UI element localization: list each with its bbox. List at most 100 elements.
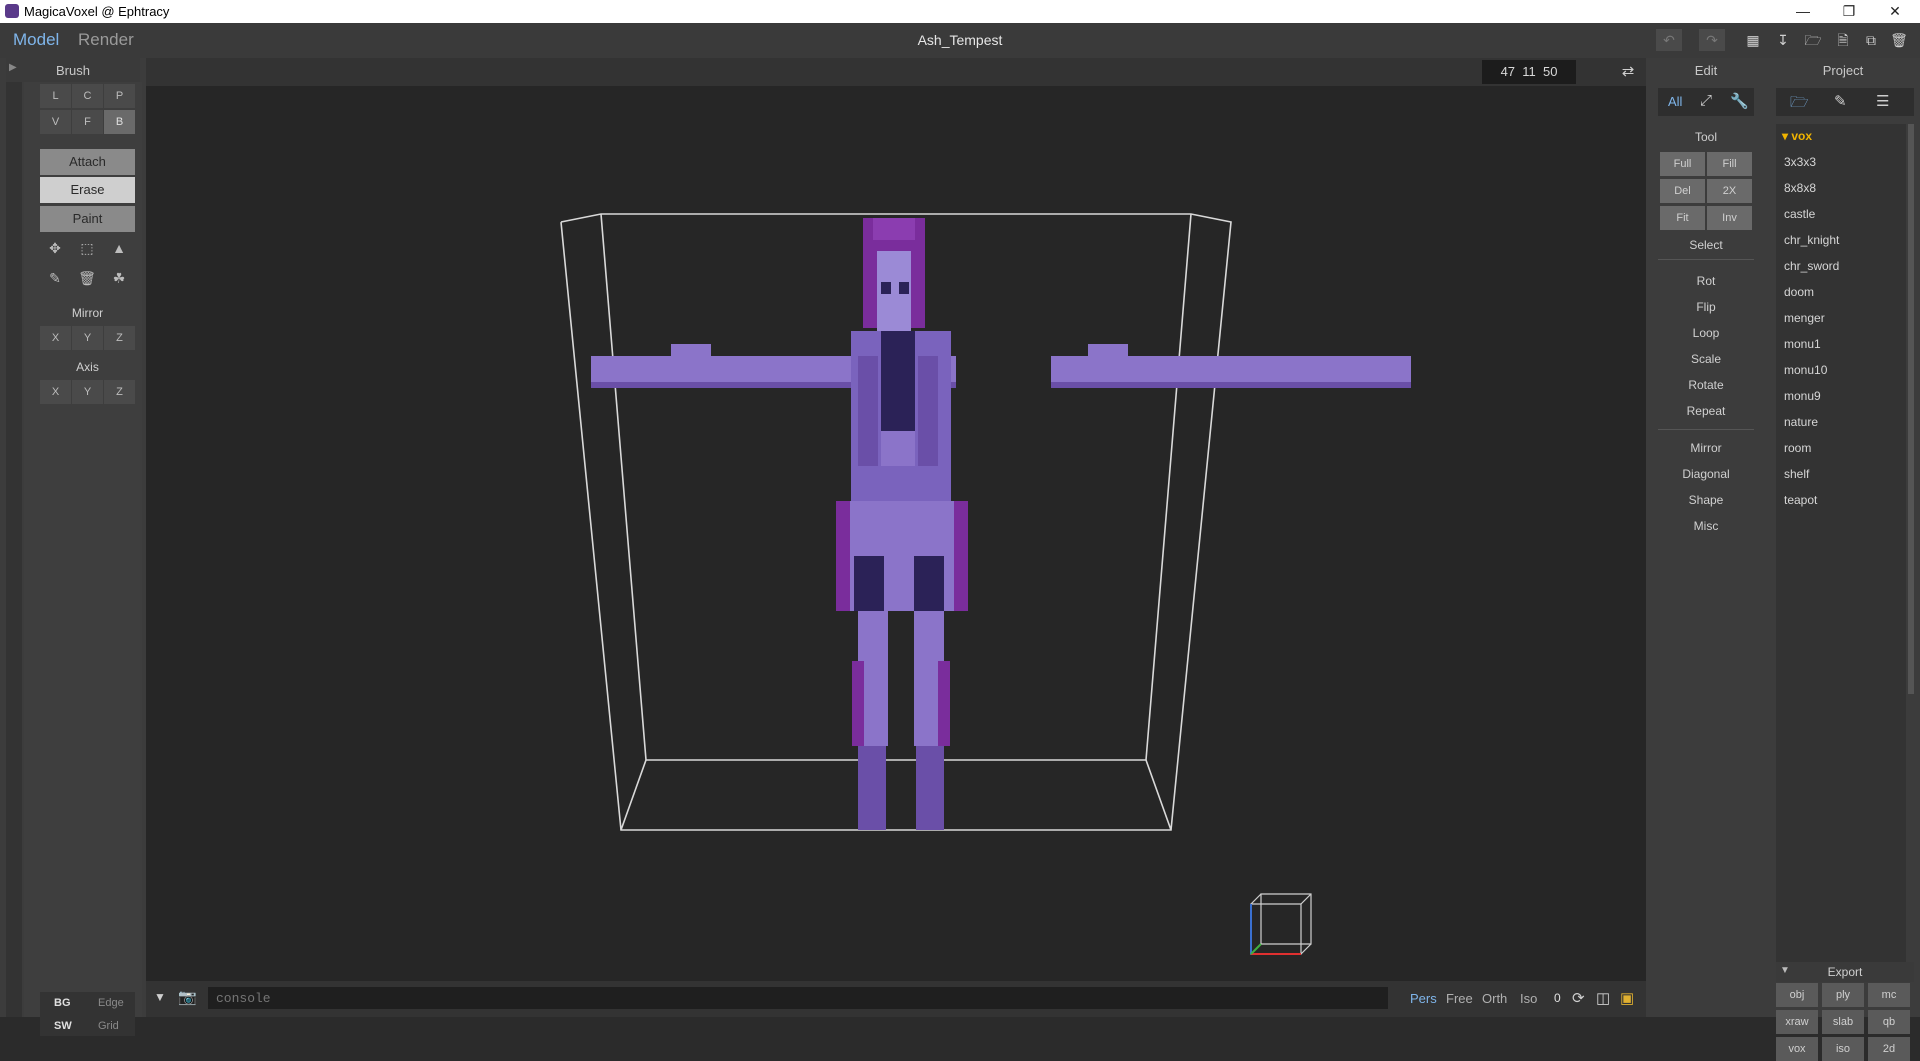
paint-button[interactable]: Paint	[40, 206, 135, 232]
tool-fill-button[interactable]: Fill	[1707, 152, 1752, 176]
axis-z-button[interactable]: Z	[104, 380, 135, 404]
pointer-icon[interactable]: ▲	[106, 236, 132, 260]
new-file-icon[interactable]: 🗎	[1830, 29, 1856, 51]
tool-inv-button[interactable]: Inv	[1707, 206, 1752, 230]
undo-icon[interactable]: ↶	[1656, 29, 1682, 51]
file-item-monu9[interactable]: monu9	[1784, 389, 1821, 403]
brush-mode-v[interactable]: V	[40, 110, 71, 134]
filter-all[interactable]: All	[1668, 94, 1682, 109]
mirror-y-button[interactable]: Y	[72, 326, 103, 350]
close-icon[interactable]: ✕	[1872, 0, 1918, 23]
delete-file-icon[interactable]: 🗑	[1886, 29, 1912, 51]
swap-icon[interactable]: ⇄	[1616, 60, 1640, 84]
export-qb-button[interactable]: qb	[1868, 1010, 1910, 1034]
export-obj-button[interactable]: obj	[1776, 983, 1818, 1007]
fit-icon[interactable]: ⤢	[1700, 92, 1712, 109]
edit-mirror[interactable]: Mirror	[1646, 441, 1766, 455]
brush-mode-p[interactable]: P	[104, 84, 135, 108]
file-item-chr_knight[interactable]: chr_knight	[1784, 233, 1839, 247]
file-item-chr_sword[interactable]: chr_sword	[1784, 259, 1839, 273]
view-orth[interactable]: Orth	[1482, 991, 1507, 1006]
tool-del-button[interactable]: Del	[1660, 179, 1705, 203]
view-free[interactable]: Free	[1446, 991, 1473, 1006]
scrollbar[interactable]	[1908, 124, 1914, 694]
save-as-icon[interactable]: ↧	[1770, 29, 1796, 51]
console-input[interactable]	[208, 987, 1388, 1009]
export-vox-button[interactable]: vox	[1776, 1037, 1818, 1061]
edge-toggle[interactable]: Edge	[98, 997, 124, 1009]
file-item-monu1[interactable]: monu1	[1784, 337, 1821, 351]
3d-viewport[interactable]	[146, 86, 1646, 981]
file-item-nature[interactable]: nature	[1784, 415, 1818, 429]
file-item-3x3x3[interactable]: 3x3x3	[1784, 155, 1816, 169]
export-xraw-button[interactable]: xraw	[1776, 1010, 1818, 1034]
sw-toggle[interactable]: SW	[54, 1020, 72, 1032]
redo-icon[interactable]: ↷	[1699, 29, 1725, 51]
trash-icon[interactable]: 🗑	[74, 266, 100, 290]
brush-mode-l[interactable]: L	[40, 84, 71, 108]
save-icon[interactable]: ▦	[1740, 29, 1766, 51]
frame-icon[interactable]: ◫	[1596, 989, 1610, 1007]
file-item-menger[interactable]: menger	[1784, 311, 1825, 325]
fill-bucket-icon[interactable]: ☘	[106, 266, 132, 290]
file-item-shelf[interactable]: shelf	[1784, 467, 1809, 481]
folder-icon[interactable]: 🗁	[1790, 92, 1809, 117]
console-toggle-icon[interactable]: ▼	[154, 990, 166, 1004]
brush-mode-c[interactable]: C	[72, 84, 103, 108]
export-ply-button[interactable]: ply	[1822, 983, 1864, 1007]
viewport-topbar: 47 11 50 ⇄	[146, 58, 1646, 86]
copy-file-icon[interactable]: ⧉	[1858, 29, 1884, 51]
axis-y-button[interactable]: Y	[72, 380, 103, 404]
axis-x-button[interactable]: X	[40, 380, 71, 404]
file-item-teapot[interactable]: teapot	[1784, 493, 1817, 507]
view-iso[interactable]: Iso	[1520, 991, 1537, 1006]
brush-mode-f[interactable]: F	[72, 110, 103, 134]
orientation-cube[interactable]	[1250, 893, 1312, 955]
restore-icon[interactable]: ❐	[1826, 0, 1872, 23]
edit-rot[interactable]: Rot	[1646, 274, 1766, 288]
edit-flip[interactable]: Flip	[1646, 300, 1766, 314]
file-item-8x8x8[interactable]: 8x8x8	[1784, 181, 1816, 195]
brush-mode-b[interactable]: B	[104, 110, 135, 134]
bg-toggle[interactable]: BG	[54, 997, 71, 1009]
export-2d-button[interactable]: 2d	[1868, 1037, 1910, 1061]
voxel-cube-icon[interactable]: ▣	[1620, 989, 1634, 1007]
edit-misc[interactable]: Misc	[1646, 519, 1766, 533]
camera-icon[interactable]: 📷	[178, 988, 197, 1006]
minimize-icon[interactable]: —	[1780, 0, 1826, 23]
brush-icon[interactable]: ✎	[1834, 92, 1847, 110]
grid-toggle[interactable]: Grid	[98, 1020, 119, 1032]
list-icon[interactable]: ☰	[1876, 92, 1889, 110]
file-item-castle[interactable]: castle	[1784, 207, 1815, 221]
project-title: Project	[1822, 63, 1864, 78]
mirror-z-button[interactable]: Z	[104, 326, 135, 350]
file-item-doom[interactable]: doom	[1784, 285, 1814, 299]
edit-diagonal[interactable]: Diagonal	[1646, 467, 1766, 481]
open-folder-icon[interactable]: 🗁	[1800, 29, 1826, 51]
attach-button[interactable]: Attach	[40, 149, 135, 175]
select-label[interactable]: Select	[1646, 238, 1766, 252]
edit-shape[interactable]: Shape	[1646, 493, 1766, 507]
edit-repeat[interactable]: Repeat	[1646, 404, 1766, 418]
mirror-x-button[interactable]: X	[40, 326, 71, 350]
export-slab-button[interactable]: slab	[1822, 1010, 1864, 1034]
edit-rotate[interactable]: Rotate	[1646, 378, 1766, 392]
select-box-icon[interactable]: ⬚	[74, 236, 100, 260]
tool-2x-button[interactable]: 2X	[1707, 179, 1752, 203]
export-iso-button[interactable]: iso	[1822, 1037, 1864, 1061]
view-pers[interactable]: Pers	[1410, 991, 1437, 1006]
tool-fit-button[interactable]: Fit	[1660, 206, 1705, 230]
erase-button[interactable]: Erase	[40, 177, 135, 203]
move-icon[interactable]: ✥	[42, 236, 68, 260]
file-item-monu10[interactable]: monu10	[1784, 363, 1827, 377]
edit-scale[interactable]: Scale	[1646, 352, 1766, 366]
export-mc-button[interactable]: mc	[1868, 983, 1910, 1007]
folder-vox[interactable]: ▾ vox	[1782, 129, 1812, 143]
file-item-room[interactable]: room	[1784, 441, 1811, 455]
collapse-arrow-icon[interactable]: ▶	[9, 62, 17, 73]
reset-view-icon[interactable]: ⟳	[1572, 989, 1585, 1007]
tool-full-button[interactable]: Full	[1660, 152, 1705, 176]
wrench-icon[interactable]: 🔧	[1730, 92, 1749, 110]
eyedropper-icon[interactable]: ✎	[42, 266, 68, 290]
edit-loop[interactable]: Loop	[1646, 326, 1766, 340]
